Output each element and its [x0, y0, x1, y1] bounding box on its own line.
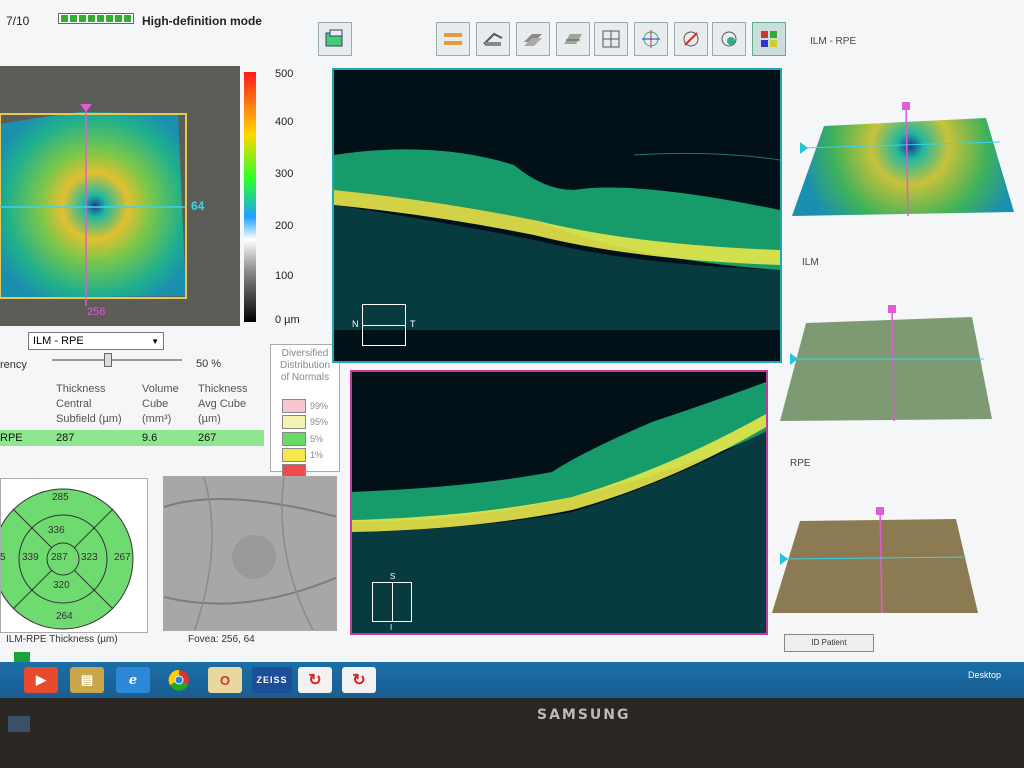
normals-swatch: [282, 448, 306, 462]
outlook-icon[interactable]: O: [208, 667, 242, 693]
internet-explorer-icon[interactable]: e: [116, 667, 150, 693]
surface-3d-ilm-rpe[interactable]: [790, 96, 1024, 226]
col-header-volume-cube: Volume Cube (mm³): [142, 383, 179, 425]
transparency-label: rency: [0, 359, 27, 371]
crosshair-y-label: 64: [191, 199, 205, 213]
cst-value: 287: [56, 432, 75, 444]
etdrs-inner-bottom: 320: [53, 580, 70, 591]
thickness-map[interactable]: [0, 66, 240, 326]
windows-start-icon[interactable]: [8, 716, 30, 732]
page-counter: 7/10: [6, 14, 30, 28]
normals-swatch-label: 99%: [310, 401, 329, 411]
media-player-icon[interactable]: ▶: [24, 667, 58, 693]
scale-label-400: 400: [275, 116, 294, 128]
surface-3d-rpe[interactable]: [770, 507, 1004, 619]
surface-title-ilm-rpe: ILM - RPE: [810, 36, 857, 47]
fovea-caption: Fovea: 256, 64: [188, 634, 255, 645]
scale-label-100: 100: [275, 270, 294, 282]
taskbar: [0, 662, 1024, 698]
layer-move-icon[interactable]: [476, 22, 510, 56]
layer-stack-icon[interactable]: [556, 22, 590, 56]
forum-viewer-icon[interactable]: ↻: [298, 667, 332, 693]
normals-swatch-label: 5%: [310, 434, 324, 444]
surface-title-ilm: ILM: [802, 257, 819, 268]
scale-label-500: 500: [275, 68, 294, 80]
export-icon[interactable]: [318, 22, 352, 56]
surface-title-rpe: RPE: [790, 458, 811, 469]
application-window: 7/10 High-definition mode ILM - RPE 64 2…: [0, 0, 1024, 662]
normals-swatch: [282, 415, 306, 429]
chrome-icon[interactable]: [162, 667, 196, 693]
inferior-label: I: [390, 623, 393, 632]
avg-thickness-value: 267: [198, 432, 217, 444]
thickness-map-icon[interactable]: [752, 22, 786, 56]
registration-icon[interactable]: [712, 22, 746, 56]
crosshair-target-icon[interactable]: [634, 22, 668, 56]
crosshair-x-label: 256: [87, 306, 106, 318]
etdrs-outer-bottom: 264: [56, 611, 73, 622]
forum-app-icon[interactable]: ↻: [342, 667, 376, 693]
volume-value: 9.6: [142, 432, 158, 444]
layer-select[interactable]: ILM - RPE ▼: [28, 332, 164, 350]
fundus-image[interactable]: [163, 476, 337, 631]
transparency-slider[interactable]: [52, 353, 182, 367]
file-explorer-icon[interactable]: ▤: [70, 667, 104, 693]
scale-label-0: 0 µm: [275, 314, 300, 326]
etdrs-caption: ILM-RPE Thickness (µm): [6, 634, 118, 645]
etdrs-inner-left: 339: [22, 552, 39, 563]
scale-label-200: 200: [275, 220, 294, 232]
etdrs-inner-right: 323: [81, 552, 98, 563]
normals-swatch-label: 1%: [310, 450, 324, 460]
row-label: RPE: [0, 432, 23, 444]
id-patient-button[interactable]: ID Patient: [784, 634, 874, 652]
temporal-label: T: [410, 319, 416, 329]
crosshair-icon[interactable]: [594, 22, 628, 56]
oct-scan-horizontal[interactable]: N T: [332, 68, 782, 363]
superior-label: S: [390, 572, 396, 581]
top-bar: 7/10 High-definition mode: [0, 0, 1024, 48]
etdrs-outer-left: 5: [0, 552, 6, 563]
col-header-thickness-avg: Thickness Avg Cube (µm): [198, 383, 248, 425]
etdrs-inner-top: 336: [48, 525, 65, 536]
transparency-value: 50 %: [196, 358, 222, 370]
desktop-toolbar-label[interactable]: Desktop: [968, 670, 1001, 680]
nasal-label: N: [352, 319, 359, 329]
volume-icon[interactable]: [516, 22, 550, 56]
table-row: [0, 430, 264, 446]
orientation-box-vertical: [372, 582, 412, 622]
zeiss-app-icon[interactable]: ZEISS: [252, 667, 292, 693]
slider-thumb[interactable]: [104, 353, 112, 367]
monitor-brand-logo: SAMSUNG: [537, 707, 631, 723]
orientation-box-horizontal: [362, 304, 406, 346]
etdrs-center: 287: [51, 552, 68, 563]
layer-select-value: ILM - RPE: [33, 335, 84, 347]
scale-label-300: 300: [275, 168, 294, 180]
surface-3d-ilm[interactable]: [778, 305, 1012, 425]
oct-scan-vertical[interactable]: S I: [350, 370, 768, 635]
normals-legend-title: Diversified Distribution of Normals: [279, 348, 331, 383]
color-scale-bar: [244, 72, 256, 322]
chevron-down-icon: ▼: [151, 336, 159, 346]
status-color-square: [14, 652, 30, 662]
probe-icon[interactable]: [674, 22, 708, 56]
normals-swatch: [282, 399, 306, 413]
hd-mode-label: High-definition mode: [142, 14, 262, 28]
col-header-thickness-central: Thickness Central Subfield (µm): [56, 383, 122, 425]
hd-progress-bar: [58, 13, 134, 24]
normals-swatch: [282, 432, 306, 446]
etdrs-outer-right: 267: [114, 552, 131, 563]
line-scan-icon[interactable]: [436, 22, 470, 56]
etdrs-outer-top: 285: [52, 492, 69, 503]
normals-swatch-label: 95%: [310, 417, 329, 427]
